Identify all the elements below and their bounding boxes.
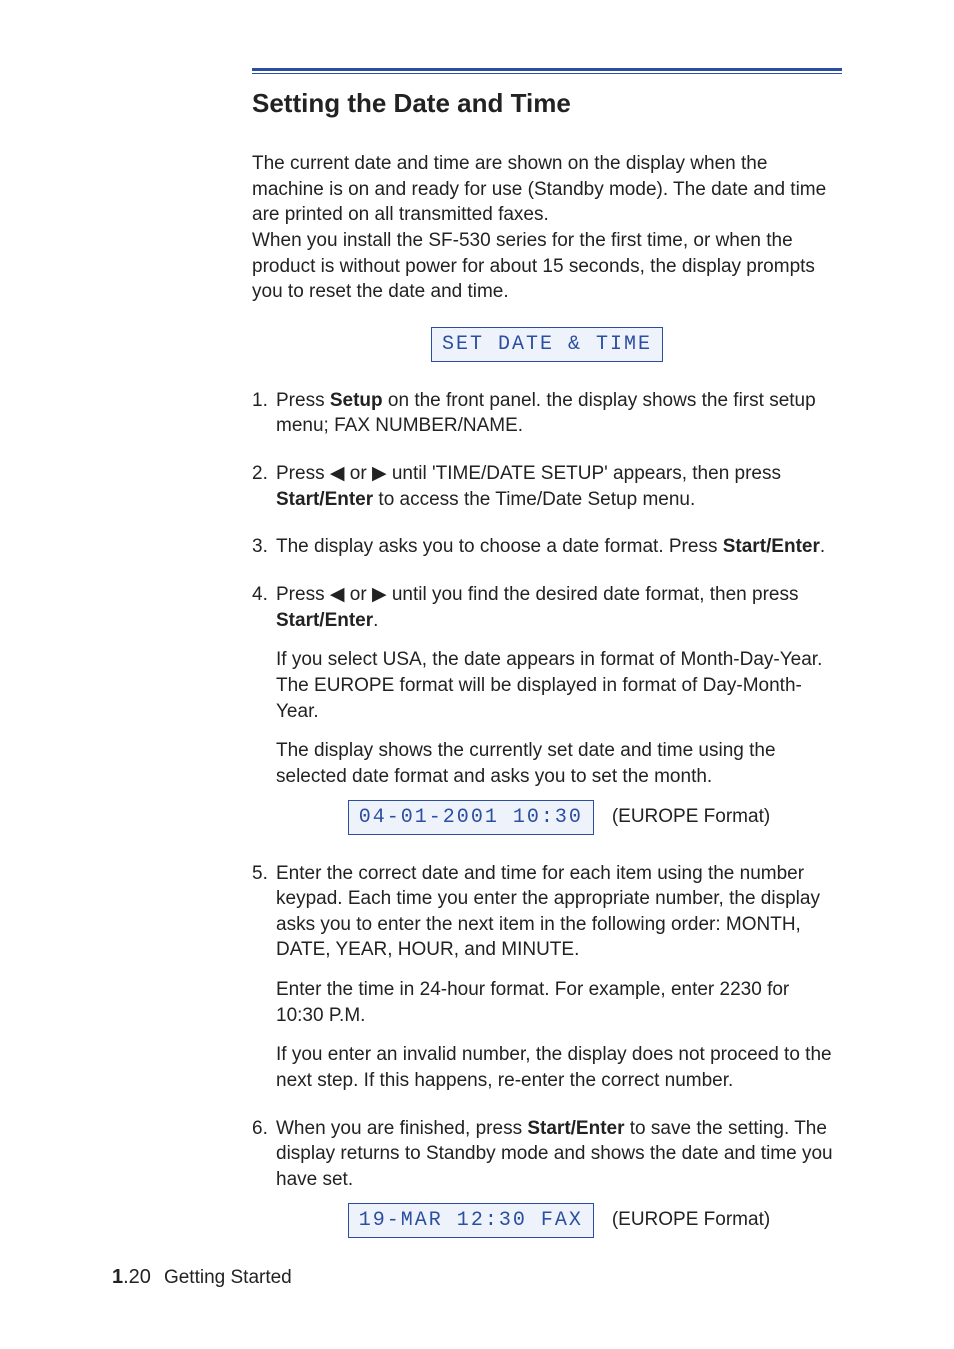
text: .: [820, 536, 825, 557]
lcd-display: 04-01-2001 10:30: [348, 800, 594, 835]
step-number: 4.: [252, 582, 268, 608]
text: until you find the desired date format, …: [387, 584, 799, 605]
step-4-sub-1: If you select USA, the date appears in f…: [276, 647, 842, 724]
step-4: 4. Press ◀ or ▶ until you find the desir…: [252, 582, 842, 834]
page-number: .20: [123, 1266, 151, 1288]
lcd-display-row-2: 04-01-2001 10:30 (EUROPE Format): [276, 800, 842, 835]
start-enter-label: Start/Enter: [276, 489, 373, 510]
right-arrow-icon: ▶: [372, 463, 387, 484]
text: When you are finished, press: [276, 1118, 527, 1139]
lcd-display: 19-MAR 12:30 FAX: [348, 1203, 594, 1238]
step-5-sub-1: Enter the time in 24-hour format. For ex…: [276, 977, 842, 1028]
step-number: 6.: [252, 1116, 268, 1142]
step-number: 5.: [252, 861, 268, 887]
start-enter-label: Start/Enter: [276, 610, 373, 631]
rule-thin: [252, 73, 842, 74]
step-5-sub-2: If you enter an invalid number, the disp…: [276, 1042, 842, 1093]
text: to access the Time/Date Setup menu.: [373, 489, 695, 510]
step-text: Press ◀ or ▶ until you find the desired …: [276, 582, 842, 633]
step-text: Press Setup on the front panel. the disp…: [276, 388, 842, 439]
step-number: 1.: [252, 388, 268, 414]
step-text: The display asks you to choose a date fo…: [276, 534, 842, 560]
lcd-caption: (EUROPE Format): [612, 804, 770, 830]
step-2: 2. Press ◀ or ▶ until 'TIME/DATE SETUP' …: [252, 461, 842, 512]
step-1: 1. Press Setup on the front panel. the d…: [252, 388, 842, 439]
content-body: The current date and time are shown on t…: [252, 151, 842, 1238]
text: or: [344, 584, 371, 605]
page-chapter: 1: [112, 1266, 123, 1288]
step-text: When you are finished, press Start/Enter…: [276, 1116, 842, 1193]
page-footer: 1.20 Getting Started: [112, 1266, 292, 1289]
start-enter-label: Start/Enter: [723, 536, 820, 557]
text: Press: [276, 390, 330, 411]
step-5: 5. Enter the correct date and time for e…: [252, 861, 842, 1094]
left-arrow-icon: ◀: [330, 463, 345, 484]
start-enter-label: Start/Enter: [527, 1118, 624, 1139]
text: or: [344, 463, 371, 484]
manual-page: Setting the Date and Time The current da…: [0, 0, 954, 1349]
intro-paragraph-1: The current date and time are shown on t…: [252, 151, 842, 228]
step-6: 6. When you are finished, press Start/En…: [252, 1116, 842, 1238]
text: The display asks you to choose a date fo…: [276, 536, 723, 557]
page-title: Setting the Date and Time: [252, 88, 842, 119]
intro-paragraph-2: When you install the SF-530 series for t…: [252, 228, 842, 305]
left-arrow-icon: ◀: [330, 584, 345, 605]
rule-thick: [252, 68, 842, 71]
step-text: Press ◀ or ▶ until 'TIME/DATE SETUP' app…: [276, 461, 842, 512]
text: Press: [276, 584, 330, 605]
setup-label: Setup: [330, 390, 383, 411]
steps-list: 1. Press Setup on the front panel. the d…: [252, 388, 842, 1238]
lcd-display-row-3: 19-MAR 12:30 FAX (EUROPE Format): [276, 1203, 842, 1238]
step-number: 2.: [252, 461, 268, 487]
lcd-display: SET DATE & TIME: [431, 327, 663, 362]
step-number: 3.: [252, 534, 268, 560]
header-rule: [252, 68, 842, 74]
step-4-sub-2: The display shows the currently set date…: [276, 738, 842, 789]
step-3: 3. The display asks you to choose a date…: [252, 534, 842, 560]
text: Press: [276, 463, 330, 484]
right-arrow-icon: ▶: [372, 584, 387, 605]
step-text: Enter the correct date and time for each…: [276, 861, 842, 964]
text: until 'TIME/DATE SETUP' appears, then pr…: [387, 463, 781, 484]
text: .: [373, 610, 378, 631]
lcd-display-row-1: SET DATE & TIME: [252, 327, 842, 362]
lcd-caption: (EUROPE Format): [612, 1207, 770, 1233]
footer-section: Getting Started: [164, 1267, 292, 1288]
